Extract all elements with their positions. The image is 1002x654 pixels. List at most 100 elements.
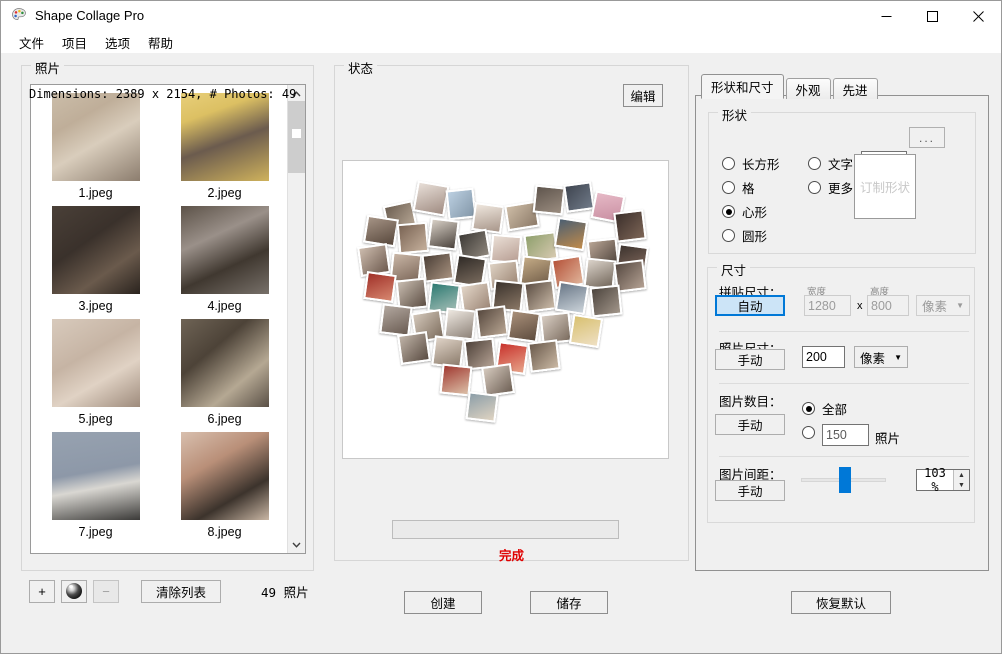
tab-shape-and-size[interactable]: 形状和尺寸 — [701, 74, 784, 99]
edit-button[interactable]: 编辑 — [623, 84, 663, 107]
radio-icon[interactable] — [808, 157, 821, 170]
shape-option-heart[interactable]: 心形 — [722, 202, 767, 221]
photo-list[interactable]: 1.jpeg 2.jpeg 3.jpeg 4.jpeg 5.jpeg — [30, 84, 306, 554]
photo-spacing-spinner[interactable]: 103 % ▲ ▼ — [916, 469, 970, 491]
photo-number-input[interactable]: 150 — [822, 424, 869, 446]
maximize-button[interactable] — [909, 1, 955, 31]
photo-thumbnail[interactable] — [52, 206, 140, 294]
photo-size-input[interactable]: 200 — [802, 346, 845, 368]
reset-defaults-button[interactable]: 恢复默认 — [791, 591, 891, 614]
photo-filename: 3.jpeg — [78, 299, 112, 313]
photo-number-label: 图片数目： — [719, 391, 782, 410]
maximize-icon — [927, 11, 938, 22]
radio-icon[interactable] — [808, 181, 821, 194]
clear-list-button[interactable]: 清除列表 — [141, 580, 221, 603]
collage-size-mode-button[interactable]: 自动 — [715, 295, 785, 316]
shape-option-rectangle[interactable]: 长方形 — [722, 154, 780, 173]
photo-thumbnail[interactable] — [52, 319, 140, 407]
shape-option-label: 格 — [742, 178, 755, 197]
shape-option-label: 长方形 — [742, 154, 780, 173]
list-item[interactable]: 1.jpeg — [31, 93, 160, 200]
photo-spacing-mode-button[interactable]: 手动 — [715, 480, 785, 501]
collage-dimensions-text: Dimensions: 2389 x 2154, # Photos: 49 — [29, 87, 296, 101]
radio-icon[interactable] — [722, 205, 735, 218]
progress-bar — [392, 520, 619, 539]
list-item[interactable]: 5.jpeg — [31, 319, 160, 426]
menu-item-options[interactable]: 选项 — [96, 31, 139, 54]
tab-advanced[interactable]: 先进 — [833, 78, 878, 99]
radio-icon[interactable] — [802, 402, 815, 415]
photo-size-unit-combo[interactable]: 像素 ▼ — [854, 346, 908, 368]
collage-width-input[interactable]: 1280 — [804, 295, 851, 316]
photo-size-unit-value: 像素 — [860, 348, 885, 367]
collage-size-unit-value: 像素 — [922, 296, 947, 315]
collage-height-input[interactable]: 800 — [867, 295, 909, 316]
menu-item-project[interactable]: 项目 — [53, 31, 96, 54]
save-button[interactable]: 储存 — [530, 591, 608, 614]
photo-filename: 2.jpeg — [207, 186, 241, 200]
spinner-up-icon[interactable]: ▲ — [954, 470, 969, 480]
app-palette-icon — [11, 7, 27, 23]
photo-count: 49 照片 — [261, 582, 309, 601]
photo-thumbnail[interactable] — [181, 432, 269, 520]
photo-thumbnail[interactable] — [181, 93, 269, 181]
menu-item-file[interactable]: 文件 — [10, 31, 53, 54]
photo-spacing-slider-thumb[interactable] — [839, 467, 851, 493]
photo-list-scrollbar[interactable] — [287, 85, 305, 553]
list-item[interactable]: 4.jpeg — [160, 206, 289, 313]
divider — [719, 383, 969, 384]
scrollbar-thumb[interactable] — [288, 101, 305, 173]
custom-shape-dropzone[interactable]: 订制形状 — [854, 154, 916, 219]
spinner-arrows[interactable]: ▲ ▼ — [953, 470, 969, 490]
create-button[interactable]: 创建 — [404, 591, 482, 614]
photo-number-custom-option[interactable] — [802, 426, 822, 439]
add-photos-button[interactable]: + — [29, 580, 55, 603]
tab-appearance[interactable]: 外观 — [786, 78, 831, 99]
photo-thumbnail[interactable] — [52, 93, 140, 181]
chevron-down-icon: ▼ — [956, 301, 964, 310]
menu-item-help[interactable]: 帮助 — [139, 31, 182, 54]
radio-icon[interactable] — [722, 229, 735, 242]
photo-filename: 8.jpeg — [207, 525, 241, 539]
title-bar-left: Shape Collage Pro — [11, 7, 144, 23]
radio-icon[interactable] — [802, 426, 815, 439]
shape-option-grid[interactable]: 格 — [722, 178, 755, 197]
list-item[interactable]: 6.jpeg — [160, 319, 289, 426]
photo-size-mode-button[interactable]: 手动 — [715, 349, 785, 370]
close-button[interactable] — [955, 1, 1001, 31]
shape-option-text[interactable]: 文字 — [808, 154, 853, 173]
radio-icon[interactable] — [722, 157, 735, 170]
menu-bar: 文件 项目 选项 帮助 — [1, 31, 1001, 53]
spinner-down-icon[interactable]: ▼ — [954, 480, 969, 490]
divider — [719, 456, 969, 457]
photo-thumbnail[interactable] — [52, 432, 140, 520]
photo-filename: 4.jpeg — [207, 299, 241, 313]
photo-number-mode-button[interactable]: 手动 — [715, 414, 785, 435]
status-group-label: 状态 — [344, 58, 377, 77]
shape-option-more[interactable]: 更多 — [808, 178, 853, 197]
remove-photo-button[interactable]: − — [93, 580, 119, 603]
list-item[interactable]: 2.jpeg — [160, 93, 289, 200]
photo-number-all-label: 全部 — [822, 399, 847, 418]
minimize-button[interactable] — [863, 1, 909, 31]
collage-preview[interactable] — [342, 160, 669, 459]
heart-collage — [343, 161, 669, 459]
shape-option-circle[interactable]: 圆形 — [722, 226, 767, 245]
photo-filename: 6.jpeg — [207, 412, 241, 426]
scroll-down-icon[interactable] — [288, 536, 305, 553]
photo-thumbnail[interactable] — [181, 319, 269, 407]
photo-number-all-option[interactable]: 全部 — [802, 399, 847, 418]
shape-option-label: 更多 — [828, 178, 853, 197]
divider — [719, 331, 969, 332]
tab-strip: 形状和尺寸 外观 先进 — [701, 74, 880, 99]
photo-thumbnail-grid: 1.jpeg 2.jpeg 3.jpeg 4.jpeg 5.jpeg — [31, 85, 289, 545]
list-item[interactable]: 8.jpeg — [160, 432, 289, 539]
photos-group-label: 照片 — [31, 58, 64, 77]
radio-icon[interactable] — [722, 181, 735, 194]
add-from-web-button[interactable] — [61, 580, 87, 603]
collage-size-unit-combo[interactable]: 像素 ▼ — [916, 295, 970, 316]
photo-thumbnail[interactable] — [181, 206, 269, 294]
list-item[interactable]: 3.jpeg — [31, 206, 160, 313]
list-item[interactable]: 7.jpeg — [31, 432, 160, 539]
browse-shape-button[interactable]: ... — [909, 127, 945, 148]
